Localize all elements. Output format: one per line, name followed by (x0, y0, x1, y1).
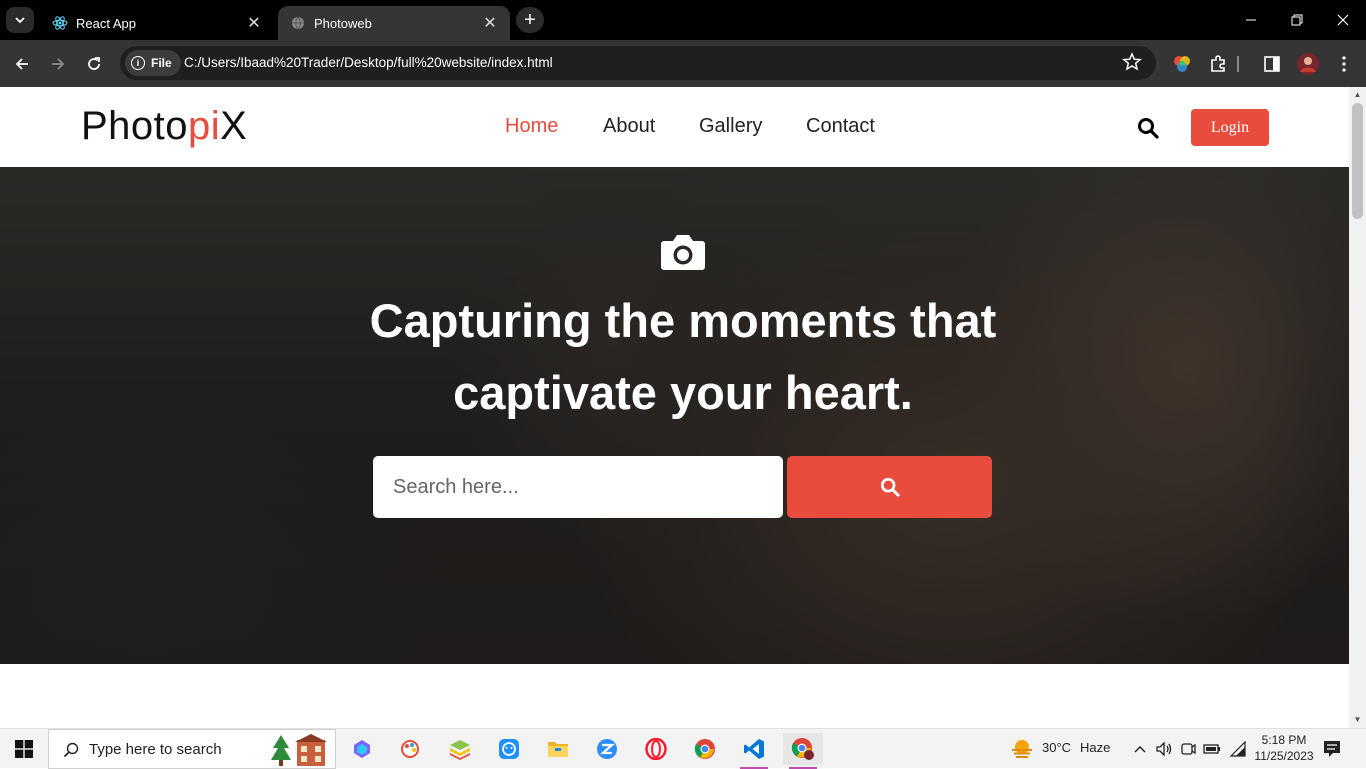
tab-title: React App (76, 15, 136, 31)
hero-search-button[interactable] (787, 456, 992, 518)
extensions-puzzle-icon[interactable] (1206, 52, 1230, 76)
site-header: PhotopiX Home About Gallery Contact Logi… (0, 87, 1349, 167)
weather-icon[interactable] (1004, 733, 1040, 765)
copilot-app-icon[interactable] (342, 733, 382, 765)
site-info-chip[interactable]: i File (125, 50, 181, 76)
scroll-down-icon[interactable]: ▼ (1353, 715, 1362, 724)
color-extension-icon[interactable] (1170, 52, 1194, 76)
chat-app-icon[interactable] (489, 733, 529, 765)
battery-icon[interactable] (1200, 733, 1224, 765)
close-tab-icon[interactable]: ✕ (244, 13, 264, 33)
logo-accent-text: pi (188, 104, 221, 148)
search-highlight-icon (271, 734, 327, 766)
chrome-profile-app-icon[interactable] (783, 733, 823, 769)
weather-condition[interactable]: Haze (1080, 740, 1110, 755)
globe-icon (290, 15, 306, 31)
reload-icon (88, 57, 100, 70)
close-icon (1337, 14, 1349, 26)
windows-logo-icon (15, 740, 33, 758)
show-hidden-icons-icon[interactable] (1128, 733, 1152, 765)
opera-app-icon[interactable] (636, 733, 676, 765)
forward-button[interactable] (44, 50, 72, 78)
site-logo[interactable]: PhotopiX (81, 104, 247, 149)
nav-home[interactable]: Home (505, 115, 558, 138)
volume-icon[interactable] (1152, 733, 1176, 765)
hero-headline: Capturing the moments that captivate you… (283, 285, 1083, 429)
hero-search-input[interactable] (373, 456, 783, 518)
tab-react-app[interactable]: React App ✕ (40, 6, 274, 40)
file-explorer-icon[interactable] (538, 733, 578, 765)
tab-photoweb[interactable]: Photoweb ✕ (278, 6, 510, 40)
nav-gallery[interactable]: Gallery (699, 115, 762, 138)
side-panel-icon[interactable] (1260, 52, 1284, 76)
toolbar-divider (1234, 52, 1242, 76)
clock-time: 5:18 PM (1261, 733, 1307, 747)
hero-section: Capturing the moments that captivate you… (0, 167, 1349, 664)
system-clock[interactable]: 5:18 PM 11/25/2023 (1252, 732, 1316, 764)
browser-tab-strip: React App ✕ Photoweb ✕ + (0, 0, 1366, 40)
meet-now-icon[interactable] (1176, 733, 1200, 765)
arrow-left-icon (15, 58, 28, 70)
paint-app-icon[interactable] (391, 733, 431, 765)
headline-line-2: captivate your heart. (453, 366, 913, 419)
minimize-icon (1246, 19, 1256, 21)
weather-temperature[interactable]: 30°C (1042, 740, 1071, 755)
logo-text: Photo (81, 104, 189, 148)
nav-contact[interactable]: Contact (806, 115, 875, 138)
scrollbar-thumb[interactable] (1352, 103, 1363, 219)
bookmark-star-icon[interactable] (1122, 52, 1142, 72)
vscode-app-icon[interactable] (734, 733, 774, 769)
back-button[interactable] (8, 50, 36, 78)
nav-about[interactable]: About (603, 115, 655, 138)
wifi-icon[interactable] (1226, 733, 1250, 765)
logo-text-tail: X (220, 104, 248, 148)
taskbar-search-box[interactable]: Type here to search (48, 729, 336, 769)
url-text[interactable]: C:/Users/Ibaad%20Trader/Desktop/full%20w… (184, 55, 553, 70)
web-page: PhotopiX Home About Gallery Contact Logi… (0, 87, 1349, 728)
search-icon (63, 742, 79, 758)
page-scrollbar[interactable]: ▲ ▼ (1349, 87, 1366, 728)
headline-line-1: Capturing the moments that (369, 294, 997, 347)
close-window-button[interactable] (1320, 0, 1366, 40)
profile-avatar[interactable] (1296, 52, 1320, 76)
bluestacks-app-icon[interactable] (440, 733, 480, 765)
minimize-button[interactable] (1228, 0, 1274, 40)
site-info-label: File (151, 56, 172, 70)
tab-title: Photoweb (314, 15, 372, 31)
restore-button[interactable] (1274, 0, 1320, 40)
restore-icon (1291, 14, 1303, 26)
info-icon: i (131, 56, 145, 70)
clock-date: 11/25/2023 (1254, 749, 1314, 763)
reload-button[interactable] (80, 50, 108, 78)
address-bar[interactable]: i File C:/Users/Ibaad%20Trader/Desktop/f… (120, 46, 1156, 80)
chrome-app-icon[interactable] (685, 733, 725, 765)
camera-icon (661, 235, 705, 270)
login-button[interactable]: Login (1191, 109, 1269, 146)
new-tab-button[interactable]: + (516, 7, 544, 33)
search-icon (880, 477, 900, 497)
taskbar-search-placeholder: Type here to search (89, 740, 222, 758)
zoom-app-icon[interactable] (587, 733, 627, 765)
close-tab-icon[interactable]: ✕ (480, 13, 500, 33)
windows-taskbar: Type here to search 30°C Haze 5:18 PM 11… (0, 728, 1366, 769)
chevron-down-icon (15, 17, 25, 24)
react-icon (52, 15, 68, 31)
scroll-up-icon[interactable]: ▲ (1353, 90, 1362, 99)
notifications-icon[interactable] (1316, 733, 1348, 765)
tab-search-button[interactable] (6, 7, 34, 33)
search-icon[interactable] (1137, 117, 1159, 139)
start-button[interactable] (0, 729, 48, 769)
arrow-right-icon (52, 58, 65, 70)
more-menu-icon[interactable] (1332, 52, 1356, 76)
browser-toolbar: i File C:/Users/Ibaad%20Trader/Desktop/f… (0, 40, 1366, 87)
